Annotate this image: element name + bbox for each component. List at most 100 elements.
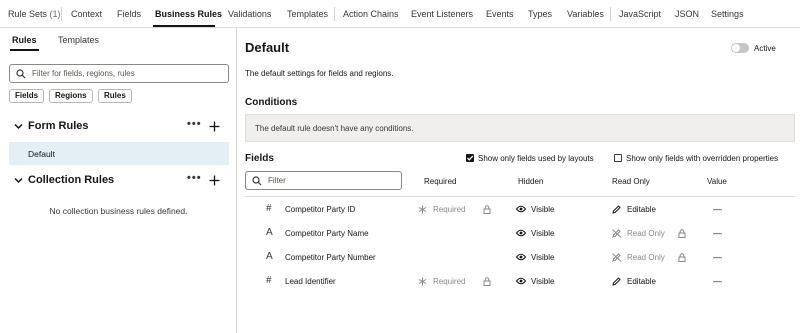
required-label: Required bbox=[433, 205, 466, 214]
top-tab-bar: Rule Sets (1) Context Fields Business Ru… bbox=[0, 0, 800, 28]
subtab-templates[interactable]: Templates bbox=[58, 35, 99, 45]
tab-fields[interactable]: Fields bbox=[117, 9, 141, 19]
field-name: Competitor Party ID bbox=[285, 205, 356, 214]
column-header-value[interactable]: Value bbox=[707, 177, 727, 186]
form-rules-title: Form Rules bbox=[28, 120, 89, 132]
visible-label: Visible bbox=[531, 253, 555, 262]
filter-chip-regions[interactable]: Regions bbox=[49, 89, 93, 103]
conditions-heading: Conditions bbox=[245, 97, 298, 108]
toggle-knob bbox=[732, 44, 740, 52]
active-subtab-indicator bbox=[10, 49, 39, 51]
column-header-read-only[interactable]: Read Only bbox=[612, 177, 650, 186]
rule-detail-panel: Default Active The default settings for … bbox=[237, 28, 800, 333]
required-label: Required bbox=[433, 277, 466, 286]
tab-types[interactable]: Types bbox=[528, 9, 552, 19]
rule-description: The default settings for fields and regi… bbox=[245, 69, 394, 78]
tab-events[interactable]: Events bbox=[486, 9, 514, 19]
tab-templates[interactable]: Templates bbox=[287, 9, 328, 19]
subtab-rules[interactable]: Rules bbox=[12, 35, 37, 45]
conditions-box: The default rule doesn't have any condit… bbox=[245, 114, 795, 142]
checkbox-unchecked-icon bbox=[614, 154, 622, 162]
table-row: # Competitor Party ID Required Visible E… bbox=[237, 199, 800, 223]
conditions-message: The default rule doesn't have any condit… bbox=[255, 124, 414, 133]
lock-icon bbox=[483, 277, 491, 286]
more-options-icon[interactable]: ••• bbox=[187, 118, 202, 130]
number-type-icon: # bbox=[266, 275, 272, 286]
tab-divider bbox=[334, 7, 335, 21]
fields-filter-input[interactable] bbox=[268, 174, 396, 187]
table-row: A Competitor Party Name Visible Read Onl… bbox=[237, 223, 800, 247]
chevron-down-icon[interactable] bbox=[14, 122, 23, 131]
fields-heading: Fields bbox=[245, 153, 274, 164]
add-form-rule-icon[interactable] bbox=[209, 121, 220, 132]
tab-action-chains[interactable]: Action Chains bbox=[343, 9, 399, 19]
eye-icon bbox=[516, 205, 526, 213]
tab-business-rules[interactable]: Business Rules bbox=[155, 9, 222, 19]
rules-search-input[interactable] bbox=[32, 67, 222, 80]
collection-rules-empty-message: No collection business rules defined. bbox=[49, 206, 188, 216]
pencil-icon bbox=[612, 205, 621, 214]
visible-label: Visible bbox=[531, 205, 555, 214]
text-type-icon: A bbox=[266, 227, 273, 238]
rules-panel: Rules Templates Fields Regions Rules For… bbox=[0, 28, 237, 333]
filter-chip-rules[interactable]: Rules bbox=[98, 89, 132, 103]
visible-label: Visible bbox=[531, 277, 555, 286]
collection-rules-title: Collection Rules bbox=[28, 174, 115, 186]
show-overridden-fields-label: Show only fields with overridden propert… bbox=[626, 154, 779, 163]
search-icon bbox=[16, 69, 26, 79]
read-only-label: Read Only bbox=[627, 229, 665, 238]
search-icon bbox=[252, 176, 262, 186]
asterisk-icon bbox=[418, 205, 427, 214]
tab-rule-sets[interactable]: Rule Sets (1) bbox=[8, 9, 61, 19]
eye-icon bbox=[516, 277, 526, 285]
tab-settings[interactable]: Settings bbox=[711, 9, 744, 19]
lock-icon bbox=[678, 253, 686, 262]
rule-title: Default bbox=[245, 40, 290, 55]
table-row: A Competitor Party Number Visible Read O… bbox=[237, 247, 800, 271]
rule-item-label: Default bbox=[28, 149, 55, 159]
asterisk-icon bbox=[418, 277, 427, 286]
add-collection-rule-icon[interactable] bbox=[209, 175, 220, 186]
tab-context[interactable]: Context bbox=[71, 9, 102, 19]
active-tab-indicator bbox=[153, 25, 215, 27]
field-name: Competitor Party Name bbox=[285, 229, 369, 238]
header-divider bbox=[245, 196, 795, 197]
active-toggle-label: Active bbox=[754, 44, 776, 53]
visible-label: Visible bbox=[531, 229, 555, 238]
editable-label: Editable bbox=[627, 277, 656, 286]
tab-variables[interactable]: Variables bbox=[567, 9, 604, 19]
eye-icon bbox=[516, 229, 526, 237]
value-cell[interactable]: — bbox=[713, 228, 722, 238]
rule-item-default[interactable]: Default bbox=[9, 142, 229, 165]
show-used-fields-label: Show only fields used by layouts bbox=[478, 154, 594, 163]
number-type-icon: # bbox=[266, 203, 272, 214]
tab-rule-sets-label: Rule Sets bbox=[8, 9, 48, 19]
checkbox-checked-icon bbox=[466, 154, 474, 162]
tab-divider bbox=[61, 7, 62, 21]
chevron-down-icon[interactable] bbox=[14, 176, 23, 185]
tab-rule-sets-count: (1) bbox=[49, 9, 61, 19]
fields-filter bbox=[245, 171, 402, 190]
eye-icon bbox=[516, 253, 526, 261]
value-cell[interactable]: — bbox=[713, 204, 722, 214]
column-header-hidden[interactable]: Hidden bbox=[518, 177, 543, 186]
tab-javascript[interactable]: JavaScript bbox=[619, 9, 661, 19]
field-name: Lead Identifier bbox=[285, 277, 336, 286]
tab-event-listeners[interactable]: Event Listeners bbox=[411, 9, 473, 19]
editable-label: Editable bbox=[627, 205, 656, 214]
tab-validations[interactable]: Validations bbox=[228, 9, 271, 19]
filter-chip-fields[interactable]: Fields bbox=[9, 89, 45, 103]
read-only-label: Read Only bbox=[627, 253, 665, 262]
column-header-required[interactable]: Required bbox=[424, 177, 456, 186]
pencil-off-icon bbox=[612, 229, 622, 238]
pencil-off-icon bbox=[612, 253, 622, 262]
lock-icon bbox=[678, 229, 686, 238]
table-row: # Lead Identifier Required Visible Edita… bbox=[237, 271, 800, 295]
tab-json[interactable]: JSON bbox=[675, 9, 699, 19]
pencil-icon bbox=[612, 277, 621, 286]
value-cell[interactable]: — bbox=[713, 276, 722, 286]
tab-divider bbox=[610, 7, 611, 21]
active-toggle[interactable] bbox=[731, 43, 749, 53]
value-cell[interactable]: — bbox=[713, 252, 722, 262]
more-options-icon[interactable]: ••• bbox=[187, 172, 202, 184]
